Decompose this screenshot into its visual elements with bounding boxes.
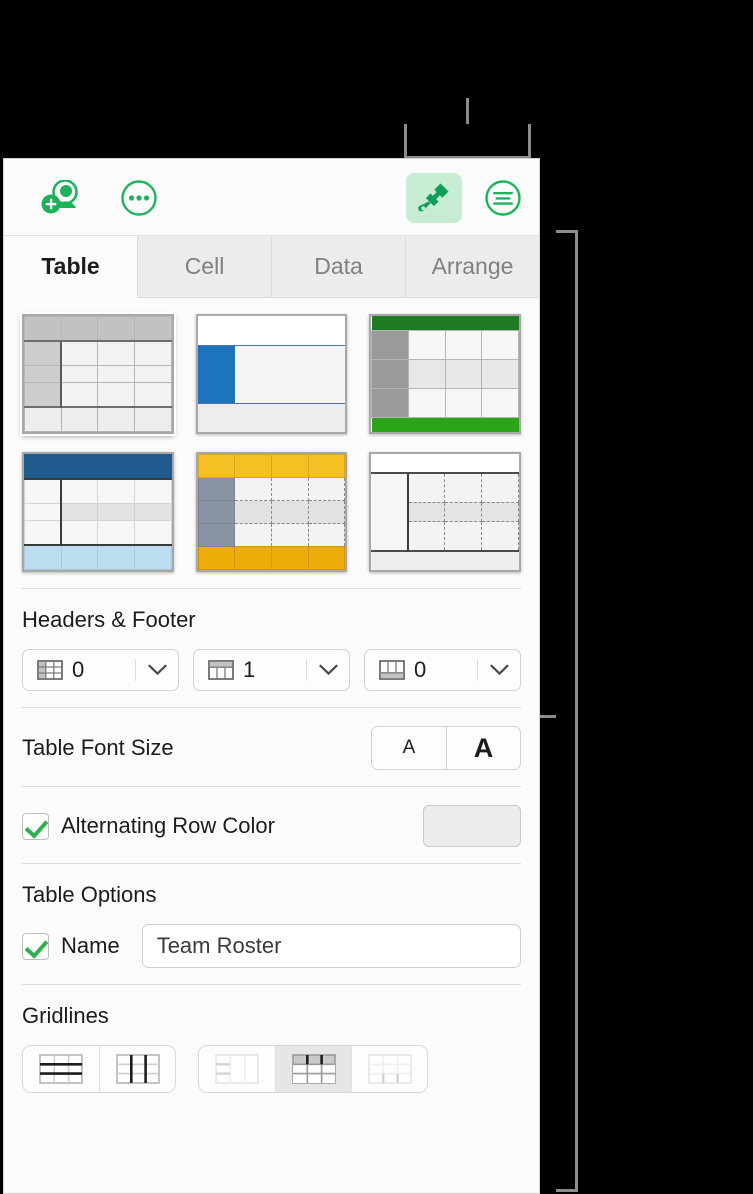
gridlines-body-group [22,1045,176,1093]
table-style-yellow-header-footer[interactable] [195,452,348,572]
header-columns-stepper[interactable]: 0 [22,649,179,691]
gridlines-title: Gridlines [22,1003,109,1028]
table-name-input[interactable]: Team Roster [141,924,521,968]
tab-cell[interactable]: Cell [138,236,272,297]
header-row-icon [208,660,234,680]
table-font-size-label: Table Font Size [22,735,174,760]
table-style-gray-basic[interactable] [22,314,174,434]
gridlines-header-footer-group [198,1045,428,1093]
gridlines-footer-vertical-button[interactable] [351,1046,427,1092]
table-font-size-section: Table Font Size A A [4,708,539,786]
table-options-section: Table Options Name Team Roster [4,864,539,984]
tab-arrange[interactable]: Arrange [406,236,539,297]
screenshot-root: Table Cell Data Arrange Headers & Footer… [0,0,753,1194]
footer-row-icon [379,660,405,680]
decrease-font-size-button[interactable]: A [372,727,446,769]
format-brush-icon[interactable] [406,173,462,223]
alternating-row-color-checkbox[interactable] [22,812,49,840]
table-style-minimal-lines[interactable] [369,452,522,572]
table-name-checkbox[interactable] [22,932,49,960]
gridlines-header-vertical-button[interactable] [275,1046,351,1092]
footer-rows-stepper[interactable]: 0 [364,649,521,691]
more-options-icon[interactable] [114,173,164,223]
callout-bracket-right [534,230,578,1192]
gridlines-vertical-button[interactable] [99,1046,175,1092]
header-columns-value: 0 [72,657,85,682]
table-styles-grid [4,298,539,588]
tab-data[interactable]: Data [272,236,406,297]
table-style-green-header-footer[interactable] [369,314,522,434]
table-style-blue-accent[interactable] [195,314,348,434]
callout-bracket-top [404,98,531,159]
headers-footer-title: Headers & Footer [22,607,196,632]
panel-toolbar [4,159,539,236]
table-style-blue-header-light-footer[interactable] [22,452,174,572]
alternating-row-color-label: Alternating Row Color [61,813,275,838]
alternating-row-color-section: Alternating Row Color [4,787,539,863]
chevron-down-icon[interactable] [478,664,520,676]
headers-footer-section: Headers & Footer 0 1 0 [4,589,539,707]
alternating-row-color-swatch[interactable] [423,805,521,847]
header-rows-stepper[interactable]: 1 [193,649,350,691]
table-options-title: Table Options [22,882,157,907]
table-font-size-segmented: A A [371,726,521,770]
table-name-label: Name [61,933,120,958]
header-column-icon [37,660,63,680]
add-people-icon[interactable] [36,173,88,223]
header-rows-value: 1 [243,657,256,682]
chevron-down-icon[interactable] [307,664,349,676]
increase-font-size-button[interactable]: A [446,727,520,769]
panel-tabs: Table Cell Data Arrange [4,236,539,298]
document-options-icon[interactable] [478,173,528,223]
gridlines-section: Gridlines [4,985,539,1109]
gridlines-header-horizontal-button[interactable] [199,1046,275,1092]
tab-table[interactable]: Table [4,236,138,298]
gridlines-horizontal-button[interactable] [23,1046,99,1092]
chevron-down-icon[interactable] [136,664,178,676]
format-panel: Table Cell Data Arrange Headers & Footer… [3,158,540,1194]
footer-rows-value: 0 [414,657,427,682]
